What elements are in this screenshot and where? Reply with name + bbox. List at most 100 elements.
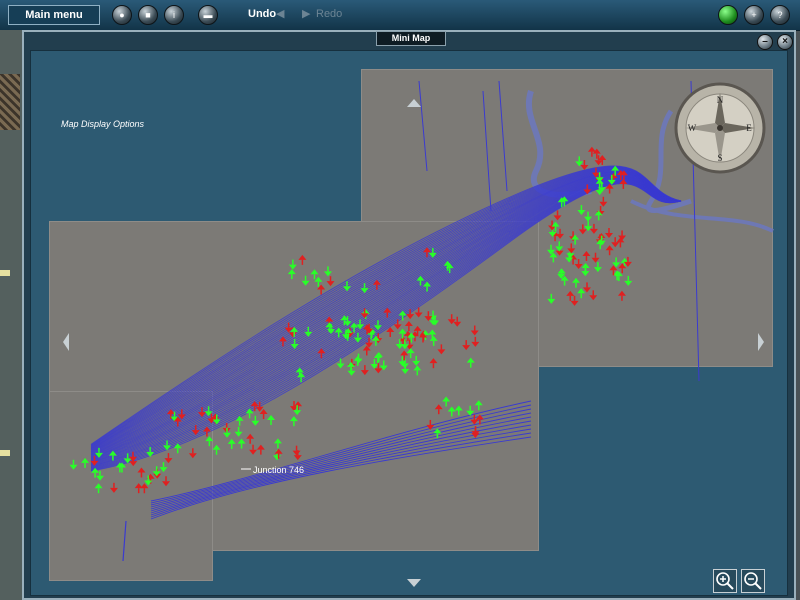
signal-marker	[249, 449, 258, 455]
signal-marker	[589, 295, 598, 301]
top-toolbar: Main menu ● ■ i ▬ Undo ◀ ▶ Redo + ?	[0, 0, 800, 31]
signal-marker	[428, 329, 437, 335]
signal-marker	[164, 458, 173, 464]
signal-marker	[166, 409, 175, 415]
signal-marker	[401, 369, 410, 375]
signal-marker	[137, 467, 146, 473]
signal-marker	[454, 405, 463, 411]
ground-marker	[0, 270, 10, 276]
rail-track	[150, 436, 532, 520]
signal-marker	[310, 269, 319, 275]
mini-map-window: Mini Map – × Map Display Options Junctio…	[22, 30, 796, 600]
signal-marker	[598, 154, 607, 160]
signal-marker	[593, 267, 602, 273]
zoom-in-button[interactable]	[713, 569, 737, 593]
pan-up-arrow[interactable]	[407, 99, 421, 107]
signal-marker	[581, 271, 590, 277]
rail-track	[90, 168, 682, 450]
signal-marker	[447, 406, 456, 412]
signal-marker	[293, 455, 302, 461]
signal-marker	[414, 312, 423, 318]
window-title: Mini Map	[376, 31, 446, 46]
signal-marker	[314, 276, 323, 282]
signal-marker	[547, 298, 556, 304]
signal-marker	[406, 348, 415, 354]
minimize-button[interactable]: –	[757, 34, 773, 50]
stop-icon[interactable]: ■	[138, 5, 158, 25]
signal-marker	[589, 228, 598, 234]
signal-marker	[429, 335, 438, 341]
zoom-in-icon	[716, 572, 734, 590]
signal-marker	[81, 457, 90, 463]
signal-marker	[624, 280, 633, 286]
undo-button[interactable]: Undo	[248, 8, 276, 20]
signal-marker	[398, 328, 407, 334]
signal-marker	[212, 444, 221, 450]
signal-marker	[129, 461, 138, 467]
rail-track	[482, 90, 492, 212]
zoom-out-icon	[744, 572, 762, 590]
compass-north-label: N	[717, 95, 724, 105]
signal-marker	[293, 410, 302, 416]
map-display-options-link[interactable]: Map Display Options	[61, 119, 144, 129]
signal-marker	[577, 210, 586, 216]
signal-marker	[565, 257, 574, 263]
rail-track	[90, 176, 682, 461]
rail-track-background	[0, 74, 20, 130]
signal-marker	[471, 341, 480, 347]
signal-marker	[159, 467, 168, 473]
signal-marker	[273, 438, 282, 444]
zoom-out-button[interactable]	[741, 569, 765, 593]
green-status-icon[interactable]	[718, 5, 738, 25]
signal-marker	[393, 324, 402, 330]
main-menu-button[interactable]: Main menu	[8, 5, 100, 25]
signal-marker	[353, 355, 362, 361]
rail-track	[90, 171, 682, 455]
add-icon[interactable]: +	[744, 5, 764, 25]
rail-track	[122, 520, 127, 562]
redo-button[interactable]: Redo	[316, 8, 342, 20]
trash-icon[interactable]: ▬	[198, 5, 218, 25]
globe-icon[interactable]: ●	[112, 5, 132, 25]
signal-marker	[555, 250, 564, 256]
signal-marker	[577, 288, 586, 294]
signal-marker	[383, 307, 392, 313]
close-button[interactable]: ×	[777, 34, 793, 50]
signal-marker	[301, 280, 310, 286]
signal-marker	[617, 290, 626, 296]
info-icon[interactable]: i	[164, 5, 184, 25]
signal-marker	[605, 245, 614, 251]
signal-marker	[273, 455, 282, 461]
signal-marker	[556, 233, 565, 239]
rail-track	[418, 80, 428, 172]
signal-marker	[205, 436, 214, 442]
pan-down-arrow[interactable]	[407, 579, 421, 587]
signal-marker	[274, 448, 283, 454]
pan-right-arrow[interactable]	[758, 333, 764, 351]
signal-marker	[462, 345, 471, 351]
signal-marker	[574, 264, 583, 270]
signal-marker	[234, 431, 243, 437]
signal-marker	[571, 277, 580, 283]
signal-marker	[587, 146, 596, 152]
undo-arrow-icon: ◀	[276, 8, 285, 20]
signal-marker	[404, 321, 413, 327]
signal-marker	[412, 360, 421, 366]
compass-east-label: E	[746, 123, 752, 133]
signal-marker	[474, 400, 483, 406]
signal-marker	[434, 404, 443, 410]
ground-marker	[0, 450, 10, 456]
signal-marker	[611, 242, 620, 248]
map-viewport[interactable]: Map Display Options Junction 746 N S E W	[30, 50, 788, 596]
help-icon[interactable]: ?	[770, 5, 790, 25]
signal-marker	[591, 257, 600, 263]
signal-marker	[256, 444, 265, 450]
signal-marker	[555, 246, 564, 252]
signal-marker	[416, 275, 425, 281]
signal-marker	[413, 325, 422, 331]
signal-marker	[237, 438, 246, 444]
pan-left-arrow[interactable]	[63, 333, 69, 351]
signal-marker	[566, 290, 575, 296]
signal-marker	[227, 438, 236, 444]
signal-marker	[294, 401, 303, 407]
